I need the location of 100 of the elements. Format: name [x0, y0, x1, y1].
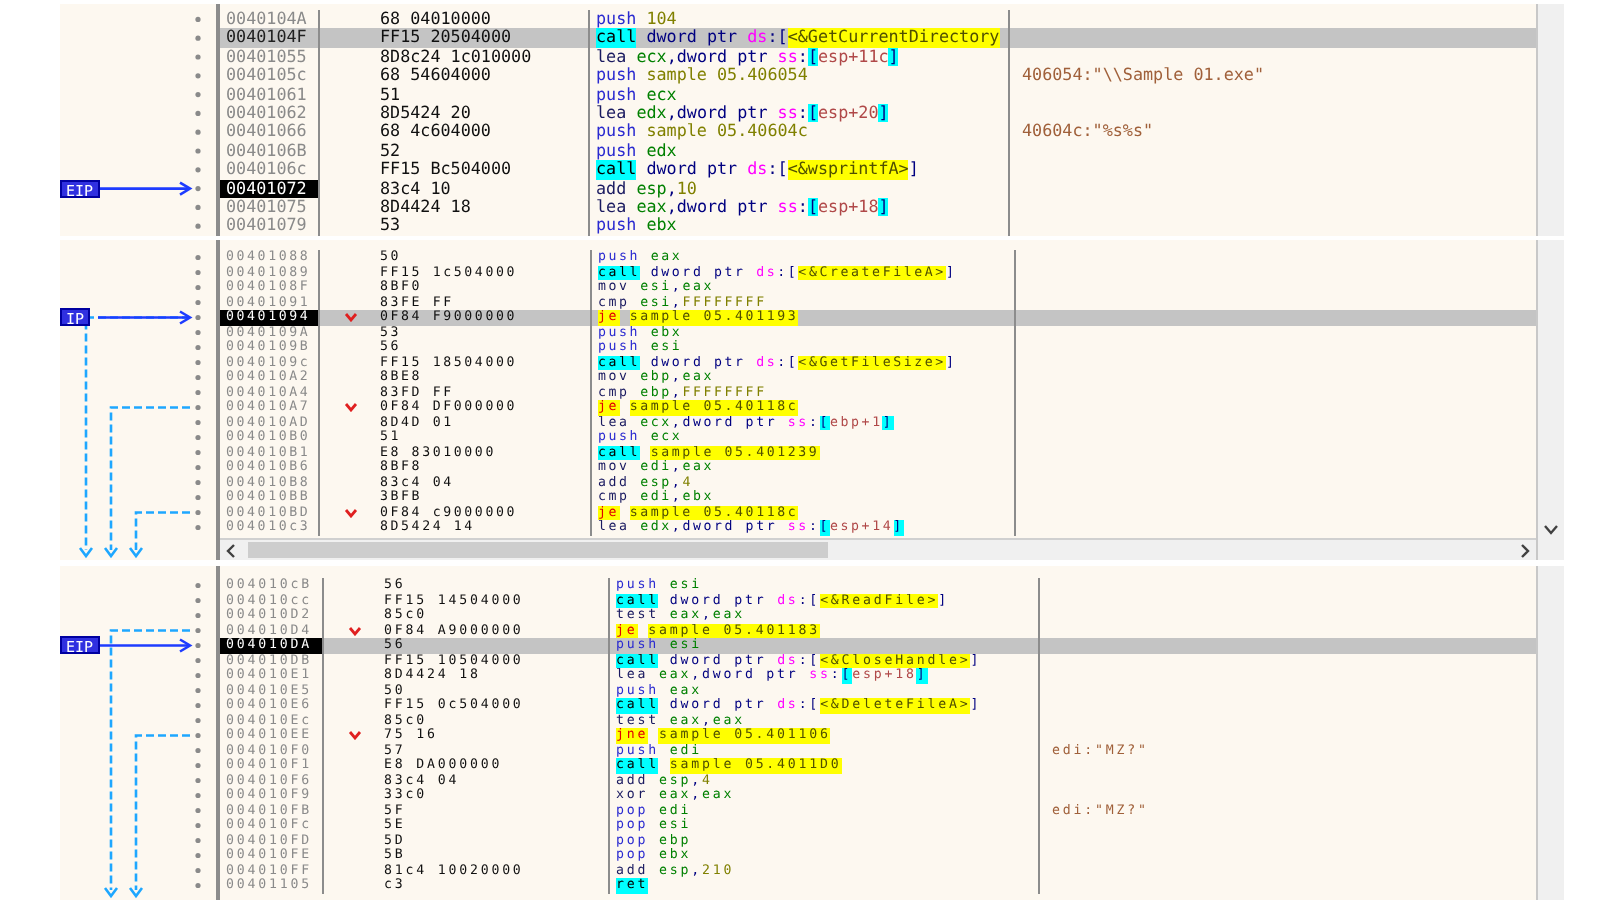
instruction-text: push sample 05.406054 — [596, 64, 808, 85]
breakpoint-dot — [195, 762, 201, 769]
breakpoint-dot — [195, 284, 201, 291]
breakpoint-dot — [195, 524, 201, 531]
eip-arrow — [98, 181, 193, 196]
eip-arrow — [98, 638, 193, 653]
instruction-text: push ecx — [596, 83, 677, 104]
instruction-text: push edx — [596, 139, 677, 160]
address-cell-text: 00401075 — [224, 197, 309, 217]
breakpoint-dot — [195, 732, 201, 739]
address-cell-text: 0040106c — [224, 160, 309, 180]
address-cell-text: 00401061 — [224, 85, 309, 104]
breakpoint-dot — [195, 494, 201, 501]
breakpoint-dot — [195, 449, 201, 456]
branch-chevron-icon — [343, 402, 357, 413]
breakpoint-dot — [195, 269, 201, 276]
bytes-cell: 53 — [380, 216, 401, 236]
breakpoint-dot — [195, 687, 201, 694]
breakpoint-dot — [195, 419, 201, 426]
breakpoint-dot — [195, 612, 201, 619]
breakpoint-dot — [195, 110, 201, 116]
horizontal-scrollbar[interactable] — [220, 538, 1536, 560]
scrollbar-thumb[interactable] — [248, 542, 828, 558]
breakpoint-dot — [195, 852, 201, 859]
disassembly-row[interactable]: 0040104F FF15 20504000 call dword ptr ds:[<&GetCurrentDirectory — [220, 28, 1536, 48]
instruction-text: add esp,10 — [596, 177, 697, 198]
breakpoint-dot — [195, 777, 201, 784]
breakpoint-dot — [195, 314, 201, 321]
eip-arrow — [98, 310, 193, 325]
instruction-text: lea edx,dword ptr ss:[esp+20] — [596, 101, 889, 122]
breakpoint-dot — [195, 329, 201, 336]
breakpoint-dot — [195, 92, 201, 98]
breakpoint-dot — [195, 167, 201, 173]
breakpoint-dot — [195, 597, 201, 604]
breakpoint-dot — [195, 35, 201, 41]
branch-chevron-icon — [347, 625, 361, 636]
address-cell-text: 0040104F — [224, 28, 309, 48]
breakpoint-dot — [195, 359, 201, 366]
address-cell-text: 0040104A — [224, 10, 309, 29]
breakpoint-dot — [195, 16, 201, 22]
bytes-cell: 8D8c24 1c010000 — [380, 47, 532, 67]
breakpoint-dot — [195, 389, 201, 396]
breakpoint-dot — [195, 882, 201, 889]
branch-chevron-icon — [347, 730, 361, 741]
address-cell-text: 0040105c — [224, 66, 309, 86]
breakpoint-dot — [195, 822, 201, 829]
comment-text: 40604c:"%s%s" — [1022, 120, 1154, 141]
breakpoint-dot — [195, 837, 201, 844]
instruction-text: call dword ptr ds:[<&GetCurrentDirectory — [596, 26, 1000, 47]
breakpoint-dot — [195, 747, 201, 754]
breakpoint-dot — [195, 299, 201, 306]
address-cell-text: 00401079 — [224, 216, 309, 236]
breakpoint-dot — [195, 73, 201, 79]
bytes-cell: 8D4424 18 — [380, 197, 471, 217]
breakpoint-dot — [195, 204, 201, 210]
breakpoint-dot — [195, 867, 201, 874]
breakpoint-dot — [195, 642, 201, 649]
address-cell-text: 00401066 — [224, 122, 309, 142]
branch-chevron-icon — [343, 312, 357, 323]
breakpoint-dot — [195, 223, 201, 229]
breakpoint-dot — [195, 657, 201, 664]
instruction-text: push 104 — [596, 8, 677, 28]
vertical-scrollbar[interactable] — [1536, 4, 1564, 236]
bytes-cell: 68 54604000 — [380, 66, 491, 86]
bytes-cell: 68 04010000 — [380, 10, 491, 29]
breakpoint-dot — [195, 186, 201, 192]
bytes-cell: 83c4 10 — [380, 179, 451, 198]
breakpoint-dot — [195, 702, 201, 709]
bytes-cell: FF15 20504000 — [380, 28, 512, 48]
breakpoint-dot — [195, 807, 201, 814]
instruction-text: call dword ptr ds:[<&wsprintfA>] — [596, 158, 919, 179]
bytes-cell: 8D5424 20 — [380, 103, 471, 123]
breakpoint-dot — [195, 374, 201, 381]
comment-text: 406054:"\\Sample 01.exe" — [1022, 64, 1265, 85]
breakpoint-dot — [195, 479, 201, 486]
breakpoint-dot — [195, 129, 201, 135]
breakpoint-dot — [195, 404, 201, 411]
breakpoint-dot — [195, 582, 201, 589]
breakpoint-dot — [195, 464, 201, 471]
breakpoint-dot — [195, 54, 201, 60]
bytes-cell: 51 — [380, 85, 401, 104]
bytes-cell: 68 4c604000 — [380, 122, 491, 142]
bytes-cell: FF15 Bc504000 — [380, 160, 512, 180]
breakpoint-dot — [195, 627, 201, 634]
branch-chevron-icon — [343, 507, 357, 518]
instruction-text: lea eax,dword ptr ss:[esp+18] — [596, 195, 889, 216]
instruction-text: push sample 05.40604c — [596, 120, 808, 141]
breakpoint-dot — [195, 717, 201, 724]
vertical-scrollbar[interactable] — [1536, 240, 1564, 560]
instruction-text: push ebx — [596, 214, 677, 235]
instruction-text: lea ecx,dword ptr ss:[esp+11c] — [596, 45, 899, 66]
breakpoint-dot — [195, 792, 201, 799]
address-cell-text: 00401062 — [224, 103, 309, 123]
breakpoint-dot — [195, 344, 201, 351]
breakpoint-dot — [195, 509, 201, 516]
breakpoint-dot — [195, 254, 201, 261]
bytes-cell: 52 — [380, 141, 401, 161]
address-cell-text: 0040106B — [224, 141, 309, 161]
address-cell-text: 00401055 — [224, 47, 309, 67]
vertical-scrollbar[interactable] — [1536, 566, 1564, 900]
